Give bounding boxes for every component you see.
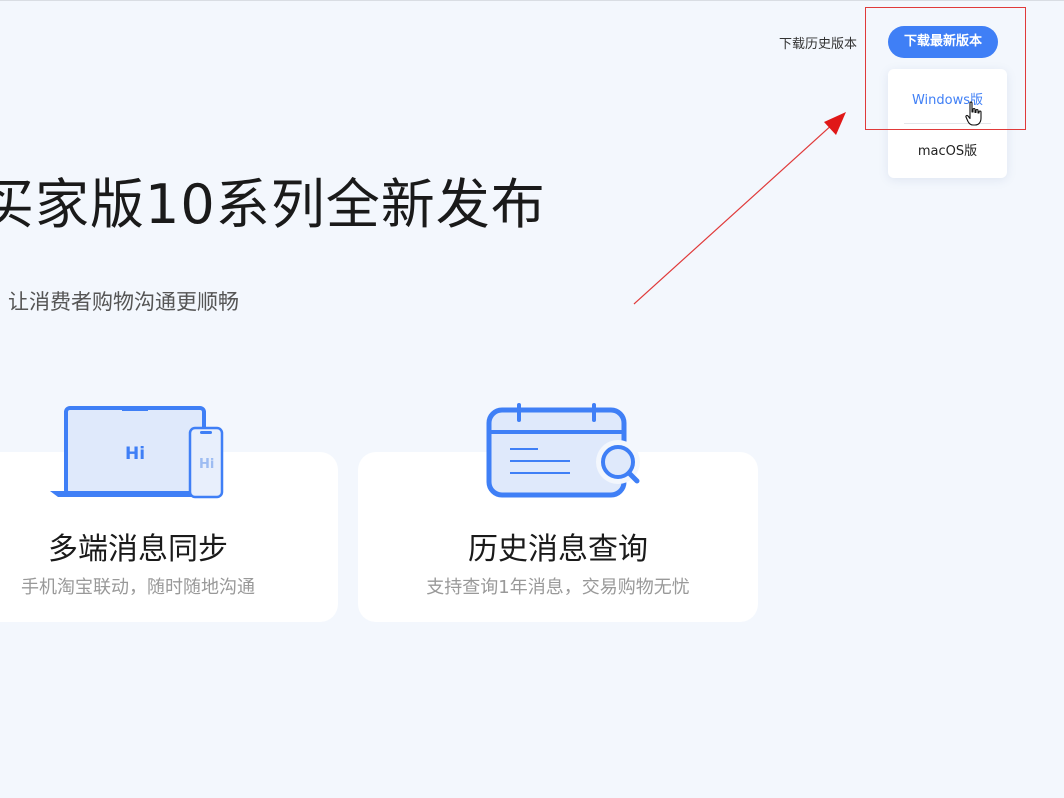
calendar-search-icon: [486, 403, 640, 498]
annotation-highlight-box: [865, 7, 1026, 130]
download-history-link[interactable]: 下载历史版本: [779, 33, 857, 52]
laptop-phone-icon: Hi Hi: [50, 406, 224, 499]
phone-hi-text: Hi: [199, 457, 214, 472]
laptop-hi-text: Hi: [125, 444, 145, 464]
dropdown-item-macos[interactable]: macOS版: [888, 140, 1007, 159]
feature-card-title: 多端消息同步: [48, 532, 228, 567]
hero-title: 买家版10系列全新发布: [0, 173, 546, 236]
feature-card-description: 支持查询1年消息，交易购物无忧: [426, 577, 690, 598]
hero-subtitle: 让消费者购物沟通更顺畅: [8, 290, 239, 314]
feature-card-title: 历史消息查询: [468, 532, 648, 567]
top-divider: [0, 0, 1064, 1]
annotation-arrow-icon: [633, 112, 846, 305]
feature-card-description: 手机淘宝联动，随时随地沟通: [21, 577, 255, 598]
page: 下载历史版本 下载最新版本 Windows版 macOS版 买家版10系列全新发…: [0, 0, 1064, 798]
